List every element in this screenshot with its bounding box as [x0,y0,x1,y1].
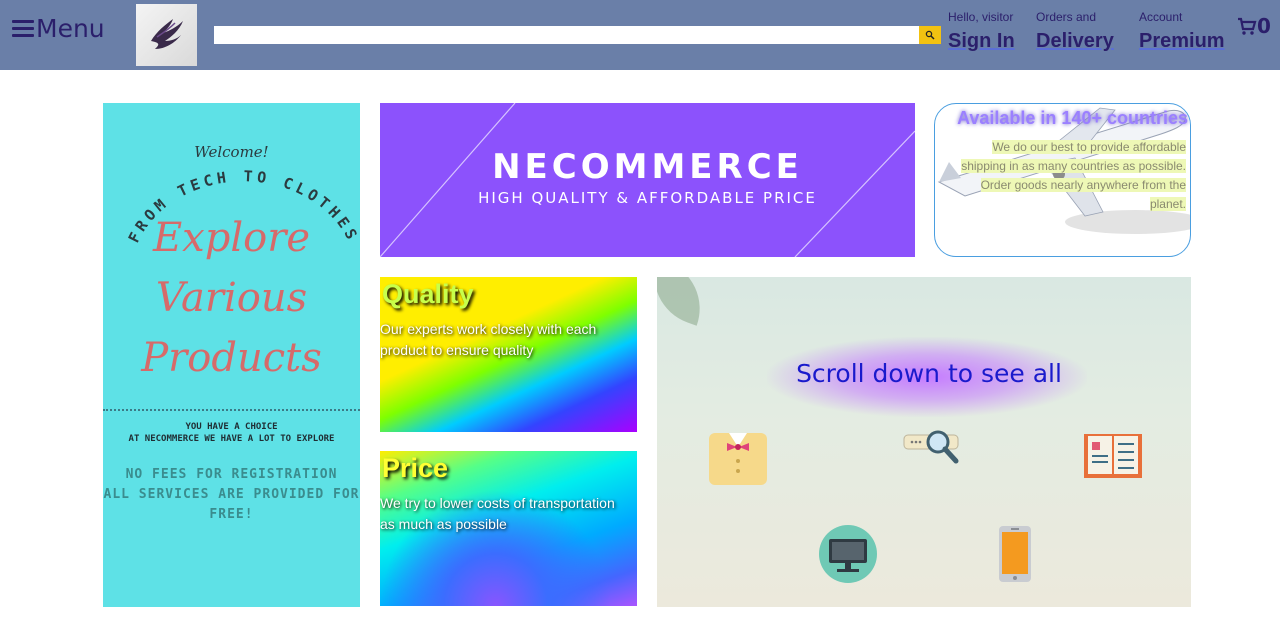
top-header: Menu Hello, visitor Sign In Orders and D… [0,0,1280,70]
search-magnifier-icon [903,430,959,464]
price-title: Price [382,453,449,483]
availability-line-3: Order goods nearly anywhere from the [980,178,1186,192]
search-icon [925,30,935,40]
cart-count: 0 [1257,14,1271,38]
explore-line-2: Various [155,275,308,321]
cart-icon [1238,17,1257,35]
scroll-down-text: Scroll down to see all [796,359,1062,388]
shirt-icon [709,433,767,485]
welcome-greeting: Welcome! [194,143,269,161]
price-card[interactable]: Price We try to lower costs of transport… [380,451,637,606]
site-logo[interactable] [136,4,197,66]
account-link[interactable]: Account Premium [1139,10,1225,53]
fees-line-1: NO FEES FOR REGISTRATION [125,467,338,482]
nav-premium: Premium [1139,30,1225,52]
menu-label: Menu [36,13,105,43]
television-icon [819,525,877,583]
welcome-banner[interactable]: Welcome! FROM TECH TO CLOTHES Explore Va… [103,103,360,607]
availability-line-1: We do our best to provide affordable [992,140,1186,154]
smartphone-icon [999,526,1031,582]
search-button[interactable] [919,26,941,44]
sign-in-link[interactable]: Hello, visitor Sign In [948,10,1015,53]
availability-title: Available in 140+ countries [957,108,1188,128]
quality-card[interactable]: Quality Our experts work closely with ea… [380,277,637,432]
nav-greeting: Hello, visitor [948,10,1014,24]
leaf-decoration [657,277,714,326]
cart-button[interactable]: 0 [1237,14,1271,38]
brand-name: NECOMMERCE [492,147,803,187]
brand-tagline: HIGH QUALITY & AFFORDABLE PRICE [478,189,817,207]
nav-sign-in: Sign In [948,30,1015,52]
brand-banner[interactable]: NECOMMERCE HIGH QUALITY & AFFORDABLE PRI… [380,103,915,257]
availability-line-2: shipping in as many countries as possibl… [961,159,1186,173]
explore-line-3: Products [141,335,322,381]
search-input[interactable] [214,26,919,44]
price-text: We try to lower costs of transportation … [380,495,615,532]
explore-line-1: Explore [152,215,311,261]
fees-line-3: FREE! [209,507,254,522]
scroll-card[interactable]: Scroll down to see all [657,277,1191,607]
dotted-divider [103,409,360,411]
availability-card[interactable]: Available in 140+ countries We do our be… [934,103,1191,257]
menu-button[interactable]: Menu [12,10,105,46]
nav-orders-small: Orders and [1036,10,1097,24]
hamburger-icon [12,16,34,41]
choice-line-1: YOU HAVE A CHOICE [185,422,278,432]
quality-title: Quality [382,279,474,309]
book-icon [1084,434,1142,478]
dragon-logo-icon [150,19,183,49]
quality-text: Our experts work closely with each produ… [380,321,597,358]
availability-text: We do our best to provide affordable shi… [941,138,1186,214]
availability-line-4: planet. [1149,197,1186,211]
nav-delivery: Delivery [1036,30,1114,52]
nav-account-small: Account [1139,10,1183,24]
choice-line-2: AT NECOMMERCE WE HAVE A LOT TO EXPLORE [128,434,335,444]
search-bar [214,26,941,44]
fees-line-2: ALL SERVICES ARE PROVIDED FOR [103,487,360,502]
orders-link[interactable]: Orders and Delivery [1036,10,1114,53]
